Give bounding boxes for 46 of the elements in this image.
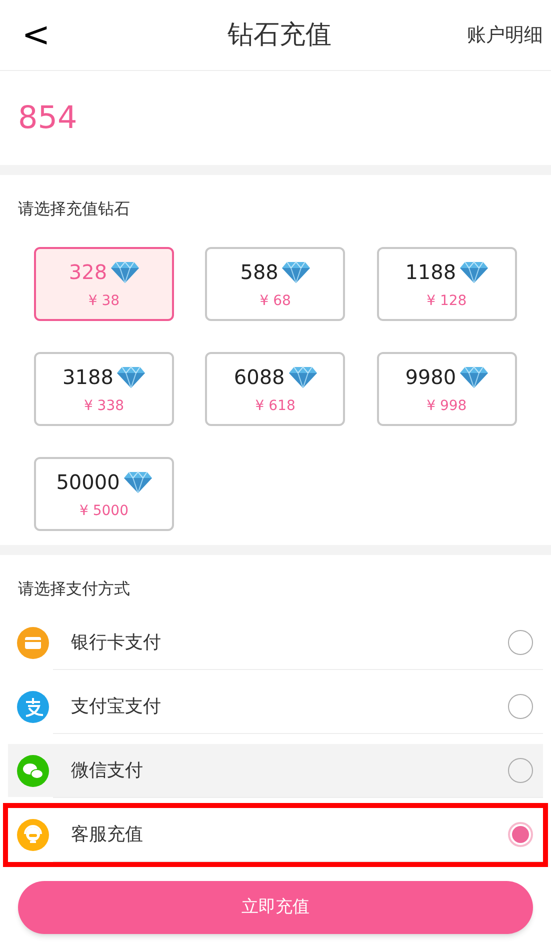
payment-label: 支付宝支付 [71, 695, 162, 719]
section-title: 请选择充值钻石 [18, 198, 131, 220]
price: ¥ 998 [426, 396, 467, 416]
diamond-package[interactable]: 6088 ¥ 618 [205, 352, 346, 426]
price: ¥ 5000 [80, 502, 128, 520]
wechat-icon [17, 754, 49, 786]
payment-option[interactable]: 微信支付 [8, 744, 543, 797]
radio-button[interactable] [508, 822, 533, 847]
diamond-icon [460, 260, 488, 282]
diamond-amount: 3188 [62, 364, 114, 390]
price: ¥ 618 [255, 396, 296, 416]
diamond-amount: 50000 [56, 468, 120, 496]
account-details-link[interactable]: 账户明细 [467, 20, 543, 50]
radio-button[interactable] [508, 694, 533, 719]
price: ¥ 128 [426, 292, 467, 310]
price: ¥ 68 [260, 292, 291, 310]
diamond-icon [124, 470, 152, 492]
page-title: 钻石充值 [228, 18, 332, 52]
payment-label: 客服充值 [71, 823, 144, 847]
diamond-package[interactable]: 1188 ¥ 128 [376, 247, 517, 321]
diamond-icon [111, 260, 140, 282]
radio-button[interactable] [508, 630, 533, 655]
diamond-amount: 6088 [234, 364, 285, 390]
payment-label: 微信支付 [71, 759, 144, 783]
headset-icon [17, 818, 49, 850]
diamond-amount: 328 [68, 258, 108, 286]
back-button[interactable]: < [20, 18, 52, 52]
diamond-package[interactable]: 588 ¥ 68 [205, 247, 346, 321]
diamond-package[interactable]: 9980 ¥ 998 [376, 352, 517, 426]
diamond-package[interactable]: 50000 ¥ 5000 [34, 457, 174, 531]
diamond-icon [117, 366, 146, 388]
diamond-icon [288, 366, 317, 388]
section-title: 请选择支付方式 [18, 578, 131, 600]
price: ¥ 338 [84, 396, 124, 416]
diamond-icon [460, 366, 488, 388]
radio-button[interactable] [508, 758, 533, 783]
diamond-amount: 1188 [405, 258, 456, 286]
price: ¥ 38 [88, 292, 120, 310]
balance-value: 854 [18, 98, 78, 138]
diamond-package[interactable]: 3188 ¥ 338 [34, 352, 174, 426]
alipay-icon [17, 690, 49, 722]
diamond-amount: 9980 [405, 364, 456, 390]
card-icon [17, 626, 49, 658]
diamond-amount: 588 [240, 258, 278, 286]
diamond-icon [282, 260, 310, 282]
payment-label: 银行卡支付 [71, 631, 162, 655]
